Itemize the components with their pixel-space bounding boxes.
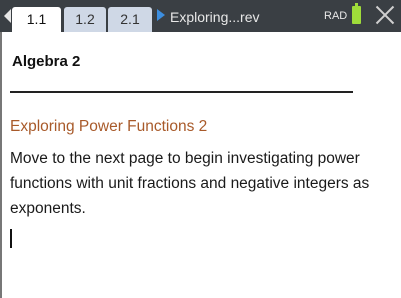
body-text[interactable]: Move to the next page to begin investiga… (10, 146, 390, 221)
chevron-right-icon[interactable] (157, 9, 165, 21)
chevron-left-icon[interactable] (4, 9, 11, 23)
page-subtitle: Exploring Power Functions 2 (10, 118, 208, 135)
tab-1-2[interactable]: 1.2 (64, 7, 106, 32)
tab-1-1[interactable]: 1.1 (12, 7, 61, 32)
heading-divider (10, 91, 353, 93)
page-heading: Algebra 2 (12, 53, 81, 70)
angle-mode-indicator: RAD (324, 10, 348, 22)
text-cursor (10, 229, 12, 248)
close-icon[interactable] (374, 4, 396, 26)
tab-bar: 1.1 1.2 2.1 Exploring...rev RAD (0, 0, 401, 32)
battery-icon (352, 3, 361, 24)
document-title: Exploring...rev (170, 9, 260, 25)
notes-page[interactable]: Algebra 2 Exploring Power Functions 2 Mo… (0, 32, 401, 298)
tab-2-1[interactable]: 2.1 (108, 7, 152, 32)
